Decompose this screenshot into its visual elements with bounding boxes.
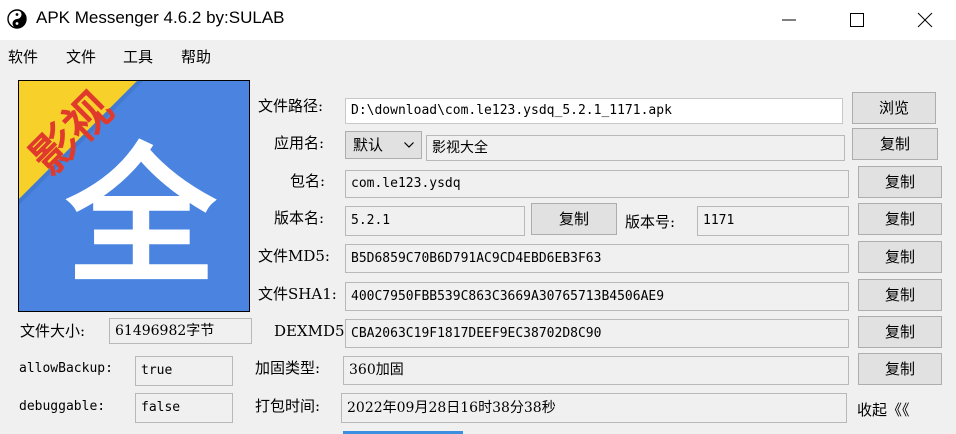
minimize-icon: [782, 19, 796, 21]
app-name-label: 应用名:: [274, 134, 325, 152]
copy-md5-button[interactable]: 复制: [858, 241, 942, 273]
window-title: APK Messenger 4.6.2 by:SULAB: [36, 8, 285, 27]
maximize-icon: [850, 13, 864, 27]
copy-package-button[interactable]: 复制: [858, 166, 942, 198]
file-size-field[interactable]: 61496982字节: [109, 318, 252, 344]
allow-backup-label: allowBackup:: [19, 361, 113, 376]
file-path-input[interactable]: D:\download\com.le123.ysdq_5.2.1_1171.ap…: [345, 98, 843, 124]
sha1-field[interactable]: 400C7950FBB539C863C3669A30765713B4506AE9: [345, 282, 849, 311]
copy-dexmd5-button[interactable]: 复制: [858, 316, 942, 348]
app-name-field[interactable]: 影视大全: [426, 135, 845, 161]
menu-bar: 软件 文件 工具 帮助: [0, 40, 956, 70]
app-logo: 影视 全: [18, 80, 250, 312]
file-path-label: 文件路径:: [258, 97, 324, 115]
file-size-label: 文件大小:: [20, 322, 86, 340]
menu-help[interactable]: 帮助: [181, 46, 211, 67]
locale-select[interactable]: 默认: [345, 131, 422, 159]
build-time-label: 打包时间:: [255, 397, 321, 415]
package-field[interactable]: com.le123.ysdq: [345, 170, 849, 198]
version-name-label: 版本名:: [274, 209, 325, 227]
maximize-button[interactable]: [834, 0, 880, 40]
dexmd5-label: DEXMD5:: [274, 322, 350, 340]
allow-backup-field[interactable]: true: [135, 356, 233, 386]
minimize-button[interactable]: [766, 0, 812, 40]
locale-select-value: 默认: [353, 136, 384, 154]
protect-type-field[interactable]: 360加固: [343, 356, 849, 385]
menu-tools[interactable]: 工具: [123, 46, 153, 67]
copy-version-code-button[interactable]: 复制: [858, 203, 942, 235]
sha1-label: 文件SHA1:: [258, 285, 337, 303]
copy-sha1-button[interactable]: 复制: [858, 279, 942, 311]
logo-main-glyph: 全: [65, 131, 217, 305]
close-icon: [917, 12, 933, 28]
md5-field[interactable]: B5D6859C70B6D791AC9CD4EBD6EB3F63: [345, 244, 849, 273]
version-code-label: 版本号:: [625, 213, 676, 231]
version-name-field[interactable]: 5.2.1: [345, 206, 525, 236]
close-button[interactable]: [902, 0, 948, 40]
copy-version-name-button[interactable]: 复制: [531, 203, 617, 235]
md5-label: 文件MD5:: [258, 247, 330, 265]
version-code-field[interactable]: 1171: [697, 206, 849, 236]
package-label: 包名:: [290, 172, 326, 190]
title-bar: APK Messenger 4.6.2 by:SULAB: [0, 0, 956, 40]
build-time-field[interactable]: 2022年09月28日16时38分38秒: [341, 393, 847, 423]
dexmd5-field[interactable]: CBA2063C19F1817DEEF9EC38702D8C90: [345, 319, 849, 348]
debuggable-field[interactable]: false: [135, 393, 233, 423]
menu-software[interactable]: 软件: [8, 46, 38, 67]
protect-type-label: 加固类型:: [255, 359, 321, 377]
copy-app-name-button[interactable]: 复制: [852, 128, 938, 160]
debuggable-label: debuggable:: [19, 399, 106, 414]
chevron-down-icon: [404, 142, 414, 148]
copy-protect-type-button[interactable]: 复制: [858, 353, 942, 385]
menu-file[interactable]: 文件: [66, 46, 96, 67]
yin-yang-icon: [7, 9, 27, 29]
collapse-link[interactable]: 收起《《: [857, 399, 910, 420]
browse-button[interactable]: 浏览: [852, 92, 936, 124]
